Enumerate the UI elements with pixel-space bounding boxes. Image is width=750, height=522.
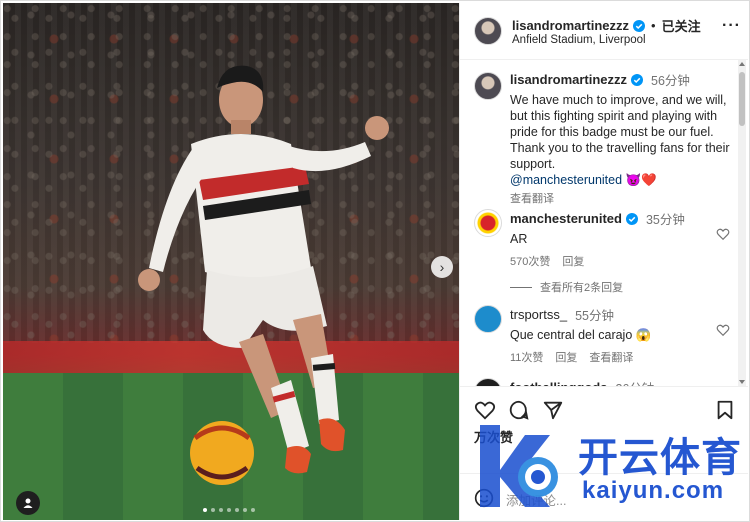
- comment: manchesterunited 35分钟 AR 570次赞 回复: [510, 209, 732, 269]
- verified-badge-icon: [631, 73, 644, 86]
- comment-text: AR: [510, 232, 528, 246]
- comments-list[interactable]: lisandromartinezzz 56分钟 We have much to …: [460, 60, 736, 386]
- post-header: lisandromartinezzz • 已关注 Anfield Stadium…: [460, 3, 748, 60]
- carousel-dot: [219, 508, 223, 512]
- chevron-right-icon: ›: [439, 259, 445, 275]
- comment-text: Que central del carajo 😱: [510, 328, 652, 342]
- carousel-dot: [227, 508, 231, 512]
- more-options-icon[interactable]: ···: [722, 17, 741, 35]
- comment-likes[interactable]: 570次赞: [510, 253, 550, 269]
- caption-time: 56分钟: [651, 74, 690, 88]
- carousel-dot: [235, 508, 239, 512]
- carousel-dots: [203, 508, 255, 512]
- watermark-cn-text: 开云体育: [578, 436, 742, 480]
- watermark-logo-icon: [480, 425, 558, 507]
- caption-text: We have much to improve, and we will, bu…: [510, 93, 730, 171]
- player-illustration: [138, 65, 389, 485]
- header-username[interactable]: lisandromartinezzz: [512, 18, 629, 33]
- avatar[interactable]: [474, 209, 502, 237]
- caption-username[interactable]: lisandromartinezzz: [510, 72, 627, 87]
- follow-status-button[interactable]: 已关注: [662, 16, 701, 35]
- comment: trsportss_ 55分钟 Que central del carajo 😱…: [510, 305, 732, 365]
- comment-time: 35分钟: [645, 213, 685, 227]
- comment: footballinggods 36分钟: [510, 378, 732, 386]
- verified-badge-icon: [633, 19, 646, 32]
- avatar[interactable]: [474, 305, 502, 333]
- header-user-row: lisandromartinezzz • 已关注: [512, 16, 701, 35]
- carousel-dot: [251, 508, 255, 512]
- translate-link[interactable]: 查看翻译: [589, 349, 633, 365]
- view-replies-button[interactable]: 查看所有2条回复: [510, 279, 623, 295]
- comments-scrollbar[interactable]: [738, 60, 746, 386]
- like-comment-icon[interactable]: [716, 323, 730, 337]
- avatar[interactable]: [474, 17, 502, 45]
- carousel-dot: [203, 508, 207, 512]
- comment-username[interactable]: trsportss_: [510, 307, 567, 322]
- post-caption: lisandromartinezzz 56分钟 We have much to …: [510, 70, 732, 206]
- carousel-next-button[interactable]: ›: [431, 256, 453, 278]
- comment-username[interactable]: manchesterunited: [510, 211, 622, 226]
- scroll-down-arrow-icon[interactable]: [739, 380, 745, 384]
- watermark-en-text: kaiyun.com: [582, 477, 725, 504]
- watermark: 开云体育 kaiyun.com: [470, 415, 750, 515]
- like-comment-icon[interactable]: [716, 227, 730, 241]
- scrollbar-thumb[interactable]: [739, 72, 745, 126]
- translate-link[interactable]: 查看翻译: [510, 190, 554, 206]
- comment-time: 36分钟: [615, 378, 654, 386]
- verified-badge-icon: [625, 212, 638, 225]
- comment-likes[interactable]: 11次赞: [510, 349, 543, 365]
- avatar[interactable]: [474, 378, 502, 386]
- reply-button[interactable]: 回复: [562, 253, 584, 269]
- user-icon: [23, 498, 33, 508]
- view-replies-label: 查看所有2条回复: [540, 282, 624, 294]
- avatar[interactable]: [474, 72, 502, 100]
- tagged-users-button[interactable]: [16, 491, 40, 515]
- scroll-up-arrow-icon[interactable]: [739, 62, 745, 66]
- carousel-dot: [211, 508, 215, 512]
- comment-time: 55分钟: [575, 309, 614, 323]
- reply-button[interactable]: 回复: [555, 349, 577, 365]
- post-photo[interactable]: ›: [3, 3, 459, 520]
- mention-link[interactable]: @manchesterunited: [510, 173, 622, 187]
- carousel-dot: [243, 508, 247, 512]
- header-location[interactable]: Anfield Stadium, Liverpool: [512, 34, 646, 46]
- caption-emojis: 😈❤️: [625, 173, 657, 187]
- header-separator: •: [651, 18, 656, 33]
